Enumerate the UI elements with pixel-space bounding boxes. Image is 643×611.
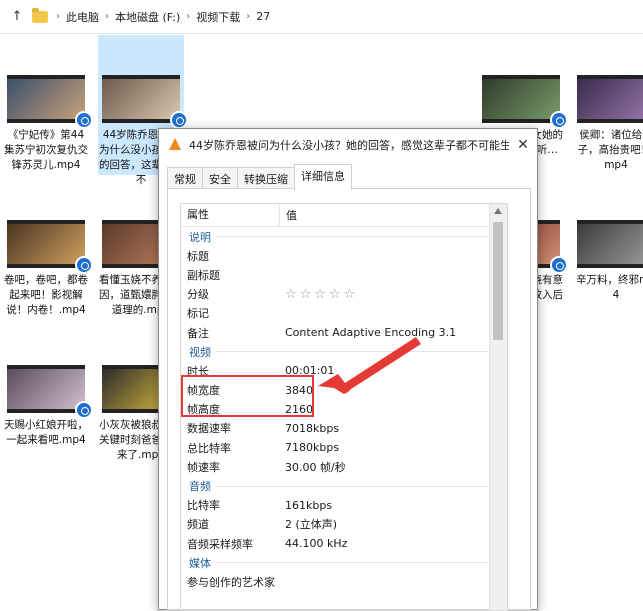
- property-value: 7018kbps: [285, 421, 340, 435]
- property-row[interactable]: 音频采样频率 44.100 kHz: [181, 534, 507, 553]
- video-thumbnail: [482, 75, 560, 123]
- property-name: 总比特率: [187, 441, 231, 455]
- property-group-header: 音频: [181, 476, 507, 495]
- property-name: 频道: [187, 518, 209, 532]
- property-row[interactable]: 标题: [181, 246, 507, 265]
- video-file-tile[interactable]: 《宁妃传》第44集苏宁初次复仇交锋苏灵儿.mp4: [3, 35, 93, 175]
- property-value: 44.100 kHz: [285, 537, 348, 551]
- group-divider: [217, 236, 499, 238]
- property-name: 参与创作的艺术家: [187, 575, 275, 589]
- property-group-header: 说明: [181, 227, 507, 246]
- property-row[interactable]: 副标题: [181, 265, 507, 284]
- property-value: Content Adaptive Encoding 3.1: [285, 326, 457, 340]
- vlc-badge-icon: [550, 256, 568, 274]
- video-file-tile[interactable]: 辛万料，终邪mp4: [573, 180, 643, 320]
- vlc-badge-icon: [75, 256, 93, 274]
- property-row[interactable]: 总比特率 7180kbps: [181, 438, 507, 457]
- breadcrumb: › 此电脑 › 本地磁盘 (F:) › 视频下载 › 27: [32, 7, 274, 25]
- property-name: 标记: [187, 307, 209, 321]
- video-thumbnail: [7, 75, 85, 123]
- list-header: 属性 值: [181, 204, 507, 227]
- property-name: 副标题: [187, 268, 220, 282]
- up-arrow-icon[interactable]: ↑: [8, 9, 26, 24]
- annotation-highlight-box: [181, 375, 314, 417]
- dialog-title: 44岁陈乔恩被问为什么没小孩？她的回答，感觉这辈子都不可能生了...: [189, 139, 509, 152]
- vlc-badge-icon: [75, 111, 93, 129]
- tab-details[interactable]: 详细信息: [294, 164, 352, 190]
- column-header-value[interactable]: 值: [280, 207, 297, 223]
- breadcrumb-item[interactable]: 本地磁盘 (F:): [115, 9, 180, 25]
- chevron-right-icon[interactable]: ›: [246, 11, 250, 22]
- property-value: 7180kbps: [285, 441, 340, 455]
- chevron-right-icon[interactable]: ›: [186, 11, 190, 22]
- tab-security[interactable]: 安全: [202, 167, 238, 190]
- property-name: 备注: [187, 326, 209, 340]
- property-value: 2 (立体声): [285, 518, 338, 532]
- video-thumbnail: [577, 220, 643, 268]
- group-label: 视频: [189, 345, 211, 359]
- property-value: 161kbps: [285, 498, 333, 512]
- video-file-tile[interactable]: 侯卿：诸位给面子，高抬贵吧！.mp4: [573, 35, 643, 175]
- file-name: 辛万料，终邪mp4: [576, 274, 643, 301]
- column-header-property[interactable]: 属性: [181, 204, 280, 226]
- properties-dialog: 44岁陈乔恩被问为什么没小孩？她的回答，感觉这辈子都不可能生了... ✕ 常规 …: [158, 128, 538, 611]
- close-button[interactable]: ✕: [513, 135, 533, 155]
- dialog-titlebar[interactable]: 44岁陈乔恩被问为什么没小孩？她的回答，感觉这辈子都不可能生了... ✕: [159, 129, 537, 161]
- file-name: 卷吧，卷吧，都卷起来吧！影视解说！内卷！.mp4: [4, 274, 88, 316]
- vlc-cone-icon: [167, 138, 183, 152]
- property-row[interactable]: 分级 ☆☆☆☆☆: [181, 285, 507, 304]
- chevron-right-icon[interactable]: ›: [105, 11, 109, 22]
- property-row[interactable]: 帧速率 30.00 帧/秒: [181, 457, 507, 476]
- video-file-tile[interactable]: 天赐小红娘开啦，一起来看吧.mp4: [3, 325, 93, 465]
- tab-general[interactable]: 常规: [167, 167, 203, 190]
- group-divider: [217, 351, 499, 353]
- property-row[interactable]: 备注 Content Adaptive Encoding 3.1: [181, 323, 507, 342]
- property-row[interactable]: 数据速率 7018kbps: [181, 419, 507, 438]
- group-label: 媒体: [189, 556, 211, 570]
- property-row[interactable]: 比特率 161kbps: [181, 496, 507, 515]
- tab-strip: 常规 安全 转换压缩 详细信息: [167, 164, 352, 190]
- scroll-up-icon[interactable]: [494, 208, 502, 214]
- address-bar: ↑ › 此电脑 › 本地磁盘 (F:) › 视频下载 › 27: [0, 0, 643, 34]
- vlc-badge-icon: [550, 111, 568, 129]
- file-name: 侯卿：诸位给面子，高抬贵吧！.mp4: [577, 129, 643, 171]
- video-file-tile[interactable]: 卷吧，卷吧，都卷起来吧！影视解说！内卷！.mp4: [3, 180, 93, 320]
- video-thumbnail: [577, 75, 643, 123]
- property-name: 比特率: [187, 499, 220, 513]
- video-thumbnail: [102, 75, 180, 123]
- group-divider: [217, 562, 499, 564]
- group-divider: [217, 485, 499, 487]
- vlc-badge-icon: [170, 111, 188, 129]
- property-name: 分级: [187, 288, 209, 302]
- property-group-header: 媒体: [181, 553, 507, 572]
- property-name: 标题: [187, 249, 209, 263]
- rating-stars[interactable]: ☆☆☆☆☆: [279, 287, 358, 302]
- property-row[interactable]: 标记: [181, 304, 507, 323]
- breadcrumb-item[interactable]: 此电脑: [66, 9, 99, 25]
- property-row[interactable]: 参与创作的艺术家: [181, 572, 507, 591]
- property-row[interactable]: 频道 2 (立体声): [181, 515, 507, 534]
- scrollbar[interactable]: [489, 204, 507, 610]
- tab-convert[interactable]: 转换压缩: [237, 167, 295, 190]
- folder-icon: [32, 7, 48, 23]
- property-name: 数据速率: [187, 422, 231, 436]
- vlc-badge-icon: [75, 401, 93, 419]
- property-group-header: 视频: [181, 342, 507, 361]
- video-thumbnail: [7, 220, 85, 268]
- property-name: 帧速率: [187, 460, 220, 474]
- file-name: 天赐小红娘开啦，一起来看吧.mp4: [4, 419, 88, 446]
- group-label: 音频: [189, 480, 211, 494]
- group-label: 说明: [189, 230, 211, 244]
- property-name: 音频采样频率: [187, 537, 253, 551]
- video-thumbnail: [7, 365, 85, 413]
- scrollbar-thumb[interactable]: [493, 222, 503, 340]
- breadcrumb-item[interactable]: 27: [256, 10, 270, 23]
- file-name: 《宁妃传》第44集苏宁初次复仇交锋苏灵儿.mp4: [4, 129, 88, 171]
- property-value: 30.00 帧/秒: [285, 460, 346, 474]
- breadcrumb-item[interactable]: 视频下载: [196, 9, 240, 25]
- chevron-right-icon[interactable]: ›: [56, 11, 60, 22]
